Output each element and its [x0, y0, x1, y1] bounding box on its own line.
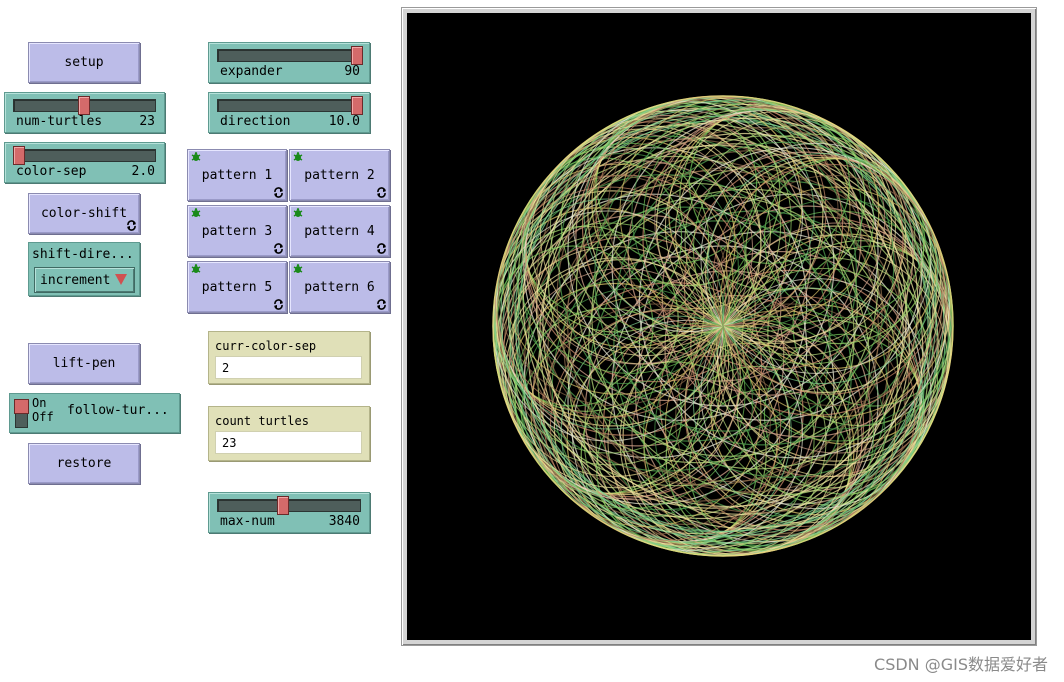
pattern-4-button[interactable]: pattern 4: [289, 205, 390, 257]
pattern-2-button[interactable]: pattern 2: [289, 149, 390, 201]
color-sep-slider[interactable]: color-sep 2.0: [4, 142, 165, 183]
pattern-3-button[interactable]: pattern 3: [187, 205, 287, 257]
pattern-3-label: pattern 3: [201, 223, 273, 239]
turtle-icon: [191, 208, 201, 217]
turtle-icon: [191, 152, 201, 161]
pattern-5-label: pattern 5: [201, 279, 273, 295]
slider-track: [13, 149, 156, 162]
forever-icon: [274, 299, 283, 310]
forever-icon: [274, 187, 283, 198]
lift-pen-button[interactable]: lift-pen: [28, 343, 140, 384]
forever-icon: [377, 243, 386, 254]
slider-knob[interactable]: [13, 146, 25, 165]
count-turtles-monitor: count turtles 23: [208, 406, 370, 461]
slider-knob[interactable]: [277, 496, 290, 515]
restore-button[interactable]: restore: [28, 443, 140, 484]
monitor-name: curr-color-sep: [215, 339, 317, 353]
setup-button[interactable]: setup: [28, 42, 140, 83]
color-shift-label: color-shift: [40, 206, 128, 221]
slider-name: expander: [220, 64, 283, 79]
monitor-value: 23: [215, 431, 362, 454]
switch-off-label: Off: [32, 410, 54, 424]
slider-value: 10.0: [328, 114, 360, 129]
pattern-4-label: pattern 4: [304, 223, 375, 239]
pattern-1-button[interactable]: pattern 1: [187, 149, 287, 201]
forever-icon: [377, 299, 386, 310]
turtle-icon: [293, 208, 303, 217]
pattern-6-button[interactable]: pattern 6: [289, 261, 390, 313]
chooser-name: shift-dire...: [32, 247, 134, 262]
watermark: CSDN @GIS数据爱好者: [874, 655, 1048, 674]
pattern-1-label: pattern 1: [201, 167, 273, 183]
max-num-slider[interactable]: max-num 3840: [208, 492, 370, 533]
num-turtles-slider[interactable]: num-turtles 23: [4, 92, 165, 133]
turtle-icon: [293, 264, 303, 273]
turtle-icon: [191, 264, 201, 273]
slider-name: color-sep: [16, 164, 87, 179]
slider-value: 23: [139, 114, 155, 129]
world-view-frame[interactable]: [401, 7, 1037, 646]
direction-slider[interactable]: direction 10.0: [208, 92, 370, 133]
pattern-5-button[interactable]: pattern 5: [187, 261, 287, 313]
turtle-icon: [293, 152, 303, 161]
slider-knob[interactable]: [351, 46, 363, 65]
color-shift-button[interactable]: color-shift: [28, 193, 140, 234]
slider-name: num-turtles: [16, 114, 103, 129]
chooser-dropdown[interactable]: increment: [34, 267, 135, 293]
slider-knob[interactable]: [78, 96, 91, 115]
dropdown-arrow-icon: [115, 274, 127, 285]
switch-track[interactable]: [14, 399, 29, 428]
switch-thumb[interactable]: [14, 399, 29, 414]
forever-icon: [274, 243, 283, 254]
switch-on-label: On: [32, 396, 47, 410]
slider-knob[interactable]: [351, 96, 363, 115]
chooser-value: increment: [40, 272, 111, 288]
curr-color-sep-monitor: curr-color-sep 2: [208, 331, 370, 384]
setup-label: setup: [64, 55, 104, 70]
pattern-6-label: pattern 6: [304, 279, 375, 295]
restore-label: restore: [56, 456, 112, 471]
lift-pen-label: lift-pen: [52, 356, 116, 371]
expander-slider[interactable]: expander 90: [208, 42, 370, 83]
slider-name: direction: [220, 114, 291, 129]
slider-name: max-num: [220, 514, 275, 529]
monitor-value: 2: [215, 356, 362, 379]
forever-icon: [377, 187, 386, 198]
monitor-name: count turtles: [215, 414, 309, 428]
world-view[interactable]: [407, 13, 1031, 640]
follow-turtle-switch[interactable]: On Off follow-tur...: [9, 393, 180, 433]
slider-track: [217, 49, 361, 62]
shift-direction-chooser[interactable]: shift-dire... increment: [28, 242, 140, 296]
pattern-2-label: pattern 2: [304, 167, 375, 183]
slider-value: 2.0: [131, 164, 155, 179]
slider-value: 90: [344, 64, 360, 79]
slider-value: 3840: [328, 514, 360, 529]
slider-track: [217, 99, 361, 112]
forever-icon: [127, 220, 136, 231]
switch-name: follow-tur...: [67, 403, 169, 418]
